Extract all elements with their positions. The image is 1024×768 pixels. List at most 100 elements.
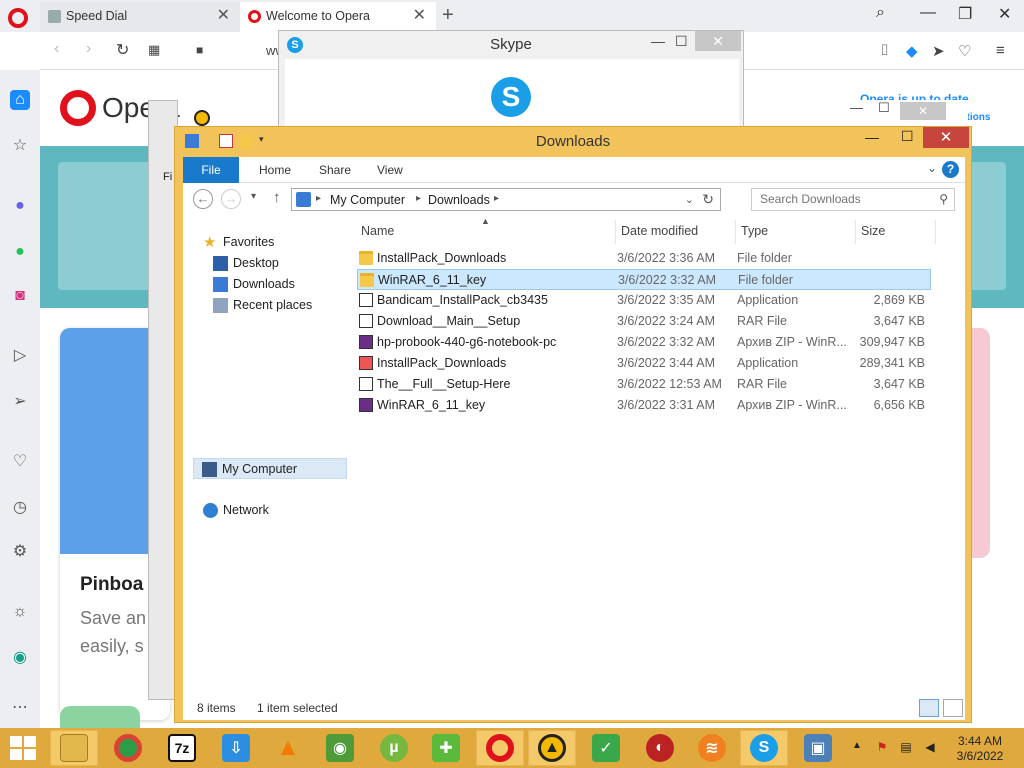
flag-icon[interactable]: ⚑ bbox=[874, 740, 890, 756]
taskbar-avast[interactable]: ▲ bbox=[528, 730, 576, 766]
bookmarks-star-icon[interactable]: ☆ bbox=[10, 136, 30, 156]
taskbar-utorrent[interactable]: µ bbox=[370, 730, 418, 766]
reload-icon[interactable]: ↻ bbox=[116, 40, 129, 60]
up-arrow-icon[interactable]: ↑ bbox=[273, 189, 281, 206]
forward-icon[interactable]: › bbox=[86, 40, 91, 58]
maximize-icon[interactable]: ☐ bbox=[901, 128, 914, 145]
tab-welcome-to-opera[interactable]: Welcome to Opera ✕ bbox=[240, 2, 436, 32]
column-header-name[interactable]: Name bbox=[361, 224, 394, 238]
taskbar-skype[interactable]: S bbox=[740, 730, 788, 766]
nav-my-computer[interactable]: My Computer bbox=[193, 458, 347, 479]
close-tab-icon[interactable]: ✕ bbox=[217, 2, 230, 30]
favorites-heart-icon[interactable]: ♡ bbox=[10, 452, 30, 472]
search-tabs-icon[interactable]: ⌕ bbox=[876, 4, 885, 22]
forward-icon[interactable]: → bbox=[221, 189, 241, 209]
more-icon[interactable]: ⋯ bbox=[10, 698, 30, 718]
camera-icon[interactable]: ⌷ bbox=[880, 42, 889, 59]
start-button[interactable] bbox=[10, 736, 38, 762]
taskbar-sendanywhere[interactable]: ≋ bbox=[688, 730, 736, 766]
back-icon[interactable]: ← bbox=[193, 189, 213, 209]
file-row[interactable]: InstallPack_Downloads 3/6/2022 3:44 AM App… bbox=[357, 353, 931, 374]
opera-menu-icon[interactable] bbox=[8, 8, 28, 28]
maximize-icon[interactable]: ☐ bbox=[675, 33, 688, 50]
column-header-date[interactable]: Date modified bbox=[621, 224, 698, 238]
minimize-icon[interactable]: — bbox=[651, 33, 665, 49]
file-row[interactable]: WinRAR_6_11_key 3/6/2022 3:32 AM File fold… bbox=[357, 269, 931, 290]
tab-view[interactable]: View bbox=[363, 157, 417, 183]
tab-speed-dial[interactable]: Speed Dial ✕ bbox=[40, 2, 240, 32]
address-bar[interactable]: ▸ My Computer ▸ Downloads ▸ ⌄ ↻ bbox=[291, 188, 721, 211]
minimize-icon[interactable]: — bbox=[865, 129, 879, 145]
close-tab-icon[interactable]: ✕ bbox=[413, 2, 426, 30]
history-clock-icon[interactable]: ◷ bbox=[10, 498, 30, 518]
volume-muted-icon[interactable]: ◀ bbox=[922, 740, 938, 756]
taskbar-installpack[interactable]: ✚ bbox=[422, 730, 470, 766]
instagram-icon[interactable]: ◙ bbox=[10, 286, 30, 306]
column-divider[interactable] bbox=[735, 220, 736, 244]
breadcrumb-downloads[interactable]: Downloads bbox=[428, 193, 490, 207]
taskbar-vlc[interactable]: ▲ bbox=[264, 730, 312, 766]
send-icon[interactable]: ➤ bbox=[932, 42, 945, 60]
chevron-down-icon[interactable]: ⌄ bbox=[685, 193, 694, 206]
column-divider[interactable] bbox=[855, 220, 856, 244]
restore-icon[interactable]: ❐ bbox=[958, 4, 972, 24]
search-icon[interactable]: ⚲ bbox=[939, 192, 948, 206]
taskbar-7zip[interactable]: 7z bbox=[158, 730, 206, 766]
close-icon[interactable]: ✕ bbox=[695, 31, 741, 51]
recent-locations-icon[interactable]: ▾ bbox=[251, 191, 256, 202]
details-view-icon[interactable] bbox=[919, 699, 939, 717]
close-icon[interactable]: ✕ bbox=[923, 127, 969, 148]
nav-downloads[interactable]: Downloads bbox=[211, 274, 341, 295]
settings-menu-icon[interactable]: ≡ bbox=[996, 42, 1005, 59]
taskbar-shield[interactable]: ✓ bbox=[582, 730, 630, 766]
chevron-down-icon[interactable]: ⌄ bbox=[927, 161, 937, 175]
network-status-icon[interactable]: ▤ bbox=[898, 740, 914, 756]
home-icon[interactable]: ⌂ bbox=[10, 90, 30, 110]
breadcrumb-my-computer[interactable]: My Computer bbox=[330, 193, 405, 207]
chevron-right-icon[interactable]: ▸ bbox=[494, 193, 499, 204]
minimize-icon[interactable]: — bbox=[850, 100, 863, 115]
tab-home[interactable]: Home bbox=[245, 157, 305, 183]
back-icon[interactable]: ‹ bbox=[54, 40, 59, 58]
taskbar-green-installer[interactable]: ◉ bbox=[316, 730, 364, 766]
aria-icon[interactable]: ◉ bbox=[10, 648, 30, 668]
minimize-icon[interactable]: — bbox=[920, 4, 936, 22]
search-box[interactable]: ⚲ bbox=[751, 188, 955, 211]
refresh-icon[interactable]: ↻ bbox=[702, 191, 714, 208]
system-clock[interactable]: 3:44 AM 3/6/2022 bbox=[950, 734, 1010, 764]
taskbar-cyberlink[interactable]: ◐ bbox=[636, 730, 684, 766]
maximize-icon[interactable]: ☐ bbox=[878, 100, 890, 116]
send-flow-icon[interactable]: ➢ bbox=[10, 392, 30, 412]
large-icons-view-icon[interactable] bbox=[943, 699, 963, 717]
column-divider[interactable] bbox=[935, 220, 936, 244]
file-row[interactable]: WinRAR_6_11_key 3/6/2022 3:31 AM Архив ZIP… bbox=[357, 395, 931, 416]
tab-file[interactable]: File bbox=[183, 157, 239, 183]
help-icon[interactable]: ? bbox=[942, 161, 959, 178]
column-divider[interactable] bbox=[615, 220, 616, 244]
tab-share[interactable]: Share bbox=[305, 157, 365, 183]
lightbulb-icon[interactable]: ☼ bbox=[10, 602, 30, 622]
nav-favorites[interactable]: ★ Favorites bbox=[201, 232, 341, 253]
show-hidden-icons-icon[interactable]: ▲ bbox=[852, 740, 862, 751]
whatsapp-icon[interactable]: ● bbox=[10, 242, 30, 262]
taskbar-file-explorer[interactable] bbox=[50, 730, 98, 766]
close-icon[interactable]: ✕ bbox=[900, 102, 946, 120]
vpn-shield-icon[interactable]: ◆ bbox=[906, 42, 918, 60]
nav-desktop[interactable]: Desktop bbox=[211, 253, 341, 274]
messenger-icon[interactable]: ● bbox=[10, 196, 30, 216]
file-row[interactable]: The__Full__Setup-Here 3/6/2022 12:53 AM RA… bbox=[357, 374, 931, 395]
file-row[interactable]: Download__Main__Setup 3/6/2022 3:24 AM RAR… bbox=[357, 311, 931, 332]
nav-network[interactable]: Network bbox=[201, 500, 341, 521]
search-input[interactable] bbox=[760, 192, 930, 206]
column-header-size[interactable]: Size bbox=[861, 224, 885, 238]
heart-icon[interactable]: ♡ bbox=[958, 42, 971, 60]
taskbar-download-manager[interactable]: ⇩ bbox=[212, 730, 260, 766]
file-row[interactable]: hp-probook-440-g6-notebook-pc 3/6/2022 3:… bbox=[357, 332, 931, 353]
taskbar-remote-desktop[interactable]: ▣ bbox=[794, 730, 842, 766]
chevron-right-icon[interactable]: ▸ bbox=[316, 193, 321, 204]
player-icon[interactable]: ▷ bbox=[10, 346, 30, 366]
taskbar-opera[interactable] bbox=[476, 730, 524, 766]
settings-gear-icon[interactable]: ⚙ bbox=[10, 542, 30, 562]
tabs-grid-icon[interactable]: ▦ bbox=[148, 42, 160, 58]
close-icon[interactable]: ✕ bbox=[998, 4, 1011, 24]
